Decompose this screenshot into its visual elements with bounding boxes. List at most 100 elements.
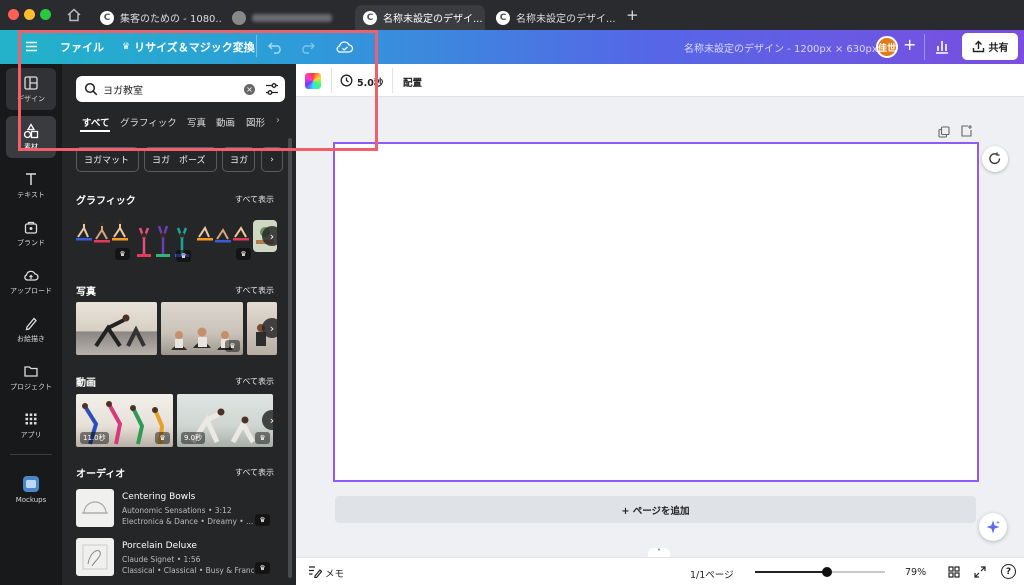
analytics-icon[interactable] <box>934 39 950 54</box>
browser-tab-4[interactable]: C 名称未設定のデザイ... <box>488 5 616 30</box>
chips-next-icon[interactable]: › <box>261 147 283 172</box>
notes-icon[interactable] <box>308 565 322 578</box>
search-box[interactable]: ヨガ教室 × <box>76 76 285 102</box>
videos-next-arrow-icon[interactable]: › <box>262 410 282 430</box>
fullscreen-icon[interactable] <box>974 566 986 578</box>
audio-track[interactable]: Porcelain Deluxe Claude Signet • 1:56 Cl… <box>62 534 287 578</box>
search-input[interactable]: ヨガ教室 <box>103 82 143 97</box>
add-page-button[interactable]: + ページを追加 <box>335 496 976 523</box>
invite-plus-button[interactable]: + <box>903 35 916 54</box>
filter-tab-photos[interactable]: 写真 <box>187 115 206 129</box>
hamburger-menu-icon[interactable] <box>25 40 38 53</box>
rail-item-text[interactable]: テキスト <box>6 164 56 206</box>
help-icon[interactable]: ? <box>1001 564 1016 579</box>
audio-genre: Electronica & Dance • Dreamy • ... <box>122 517 254 526</box>
crown-icon: ♛ <box>122 42 131 52</box>
timer-icon[interactable] <box>340 74 353 87</box>
toolbar-divider <box>392 68 393 93</box>
cloud-saved-icon[interactable] <box>336 39 354 54</box>
duration-button[interactable]: 5.0秒 <box>357 75 383 89</box>
graphic-thumbnail[interactable]: ♛ <box>74 212 132 260</box>
resize-magic-button[interactable]: ♛ リサイズ＆マジック変換 <box>122 39 255 55</box>
suggestion-chip[interactable]: ヨガマット <box>76 147 139 172</box>
rail-item-apps[interactable]: アプリ <box>6 404 56 446</box>
share-button[interactable]: 共有 <box>962 33 1018 60</box>
layout-icon <box>24 75 38 90</box>
filter-tab-all[interactable]: すべて <box>82 115 109 129</box>
see-all-graphics-link[interactable]: すべて表示 <box>235 194 274 205</box>
photo-thumbnail[interactable] <box>76 302 157 355</box>
avatar[interactable]: 佳世 <box>876 36 898 58</box>
graphic-thumbnail[interactable]: ♛ <box>135 210 191 262</box>
close-window-button[interactable] <box>8 9 19 20</box>
filter-tab-graphics[interactable]: グラフィック <box>120 115 177 129</box>
duplicate-page-icon[interactable] <box>938 126 950 138</box>
suggestion-chip[interactable]: ヨガ <box>222 147 255 172</box>
comment-refresh-icon[interactable] <box>982 146 1008 172</box>
video-thumbnail[interactable]: 11.0秒 ♛ <box>76 394 173 447</box>
editor-header: ファイル ♛ リサイズ＆マジック変換 名称未設定のデザイン - 1200px ×… <box>0 30 1024 64</box>
header-divider <box>924 34 925 60</box>
minimize-window-button[interactable] <box>24 9 35 20</box>
apps-icon <box>25 413 37 424</box>
filter-tabs-next-icon[interactable]: › <box>276 115 280 126</box>
zoom-percentage[interactable]: 79% <box>905 567 926 578</box>
add-page-icon[interactable] <box>960 124 973 138</box>
position-button[interactable]: 配置 <box>403 75 422 89</box>
see-all-audio-link[interactable]: すべて表示 <box>235 467 274 478</box>
audio-track[interactable]: Centering Bowls Autonomic Sensations • 3… <box>62 484 287 528</box>
audio-genre: Classical • Classical • Busy & Franc... <box>122 566 254 575</box>
filter-tab-videos[interactable]: 動画 <box>216 115 235 129</box>
browser-tab-2[interactable] <box>224 5 352 30</box>
panel-scrollbar[interactable] <box>288 138 292 578</box>
folder-icon <box>24 365 38 377</box>
elements-icon <box>23 122 39 138</box>
new-tab-button[interactable]: + <box>626 6 639 24</box>
grid-view-icon[interactable] <box>948 566 960 578</box>
tab-close-icon[interactable]: × <box>483 11 485 24</box>
see-all-videos-link[interactable]: すべて表示 <box>235 376 274 387</box>
photo-thumbnail[interactable]: ♛ <box>161 302 243 355</box>
rail-item-uploads[interactable]: アップロード <box>6 260 56 302</box>
notes-button[interactable]: メモ <box>325 566 344 580</box>
photos-next-arrow-icon[interactable]: › <box>262 318 282 338</box>
home-icon[interactable] <box>66 7 82 23</box>
document-title[interactable]: 名称未設定のデザイン - 1200px × 630px <box>684 40 878 55</box>
graphic-thumbnail[interactable]: ♛ <box>195 214 253 260</box>
magic-assistant-icon[interactable] <box>979 513 1007 541</box>
mockups-icon <box>23 475 39 492</box>
browser-tab-3-active[interactable]: C 名称未設定のデザイ... × <box>355 5 485 30</box>
rail-item-design[interactable]: デザイン <box>6 68 56 110</box>
rail-label: ブランド <box>17 238 45 247</box>
rail-item-projects[interactable]: プロジェクト <box>6 356 56 398</box>
browser-tab-bar: C 集客のための - 1080... C 名称未設定のデザイ... × C 名称… <box>0 0 1024 30</box>
search-icon <box>84 82 98 96</box>
rail-label: デザイン <box>17 94 45 103</box>
filter-tab-shapes[interactable]: 図形 <box>246 115 265 129</box>
rail-item-brand[interactable]: ブランド <box>6 212 56 254</box>
tab-title: 名称未設定のデザイ... <box>383 14 483 25</box>
undo-icon[interactable] <box>268 40 283 54</box>
canva-favicon-icon: C <box>496 10 510 25</box>
premium-crown-icon: ♛ <box>155 432 170 444</box>
rail-item-draw[interactable]: お絵描き <box>6 308 56 350</box>
redo-icon[interactable] <box>300 40 315 54</box>
file-menu-button[interactable]: ファイル <box>60 39 104 55</box>
rail-label: テキスト <box>17 190 45 199</box>
tab-favicon-icon <box>232 10 246 25</box>
zoom-slider-thumb[interactable] <box>821 567 832 577</box>
zoom-window-button[interactable] <box>40 9 51 20</box>
background-color-icon[interactable] <box>305 73 321 89</box>
browser-tab-1[interactable]: C 集客のための - 1080... <box>92 5 222 30</box>
filter-sliders-icon[interactable] <box>265 82 279 96</box>
header-divider <box>256 35 257 57</box>
suggestion-chip[interactable]: ヨガ ポーズ <box>144 147 217 172</box>
graphics-next-arrow-icon[interactable]: › <box>262 226 282 246</box>
see-all-photos-link[interactable]: すべて表示 <box>235 285 274 296</box>
rail-item-mockups[interactable]: Mockups <box>6 468 56 510</box>
clear-search-icon[interactable]: × <box>244 84 255 95</box>
page-counter[interactable]: 1/1ページ <box>690 567 734 581</box>
rail-item-elements[interactable]: 素材 <box>6 116 56 158</box>
video-thumbnail[interactable]: 9.0秒 ♛ <box>177 394 273 447</box>
design-canvas-page[interactable] <box>333 142 979 482</box>
